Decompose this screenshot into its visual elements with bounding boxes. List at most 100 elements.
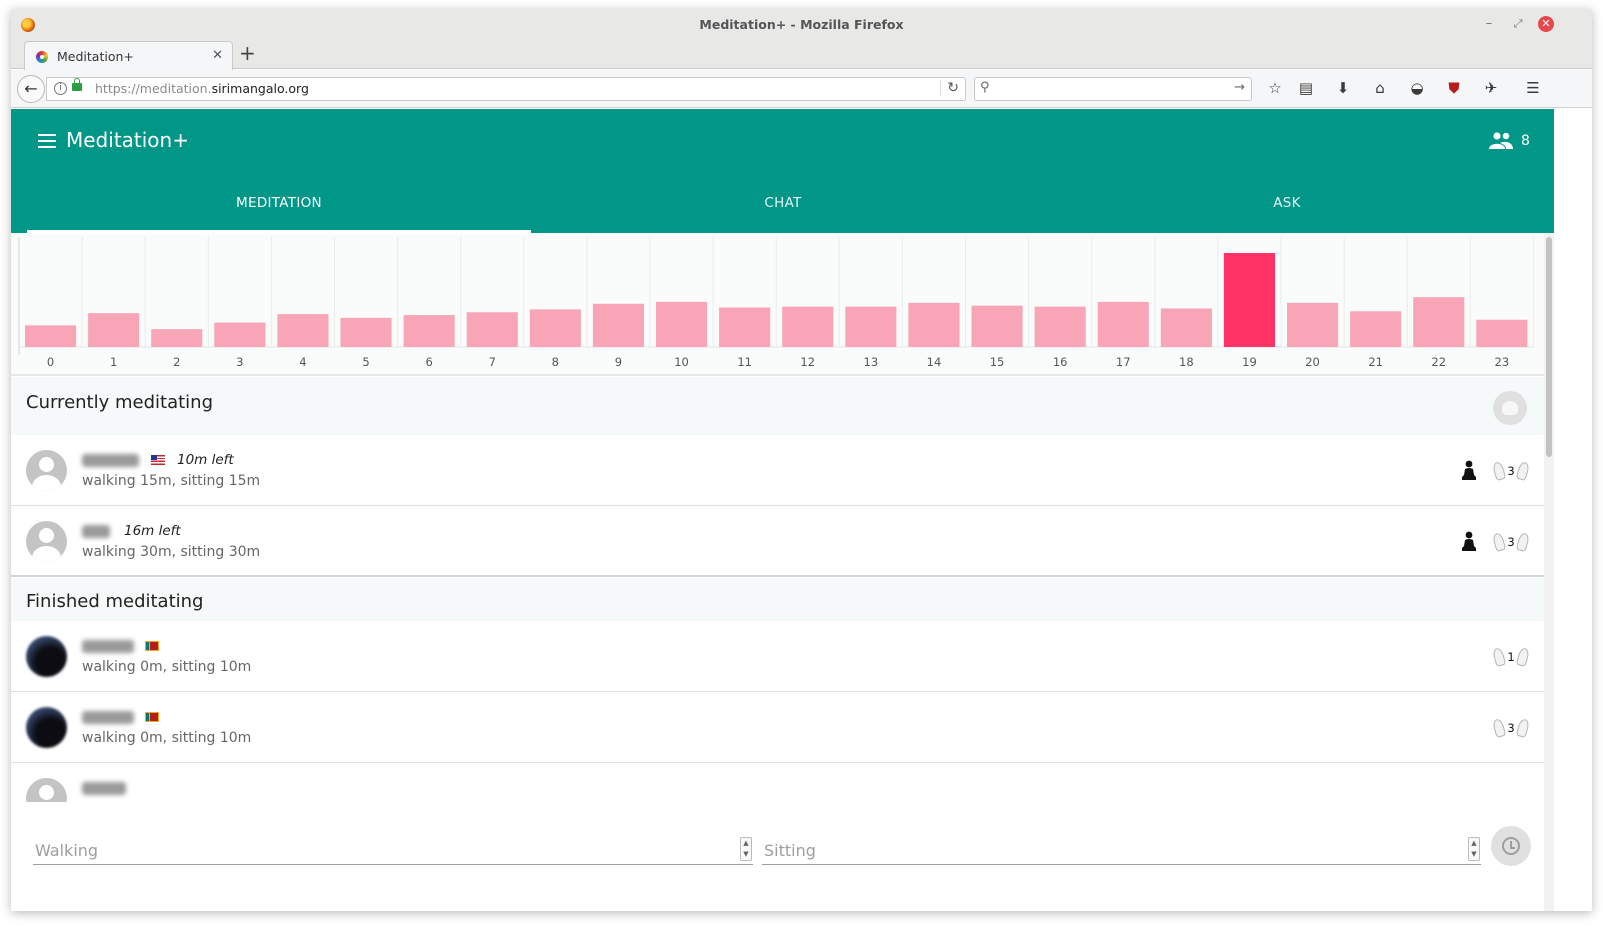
maximize-icon[interactable]: ⤢ xyxy=(1510,16,1526,32)
chart-tick-label: 11 xyxy=(737,355,752,369)
chart-bar-14[interactable] xyxy=(908,302,960,347)
chart-bar-22[interactable] xyxy=(1413,297,1465,347)
window-title: Meditation+ - Mozilla Firefox xyxy=(699,17,904,32)
chart-bar-6[interactable] xyxy=(403,315,455,347)
chart-bar-9[interactable] xyxy=(592,303,644,347)
chart-tick-label: 1 xyxy=(110,355,117,369)
chart-tick-label: 4 xyxy=(299,355,306,369)
ublock-icon[interactable]: ⛊ xyxy=(1444,79,1464,97)
online-count: 8 xyxy=(1521,133,1530,149)
url-text: https://meditation.sirimangalo.org xyxy=(95,81,309,96)
downloads-icon[interactable]: ⬇ xyxy=(1333,79,1353,97)
close-tab-icon[interactable]: ✕ xyxy=(212,48,223,63)
walking-placeholder: Walking xyxy=(35,841,99,860)
chart-tick-label: 3 xyxy=(236,355,243,369)
walking-stepper[interactable]: ▲ ▼ xyxy=(740,837,752,861)
close-window-icon[interactable]: ✕ xyxy=(1538,16,1554,32)
sitting-input[interactable]: Sitting ▲ ▼ xyxy=(762,837,1481,865)
search-box[interactable]: ⚲ → xyxy=(974,77,1252,101)
chart-tick-label: 0 xyxy=(47,355,54,369)
chart-bar-0[interactable] xyxy=(25,325,77,347)
username-redacted[interactable] xyxy=(82,640,134,653)
extension-icon[interactable]: ✈ xyxy=(1481,79,1501,97)
navigation-toolbar: ← i https://meditation.sirimangalo.org ↻… xyxy=(11,70,1592,108)
reload-icon[interactable]: ↻ xyxy=(940,80,959,96)
chart-bar-12[interactable] xyxy=(782,306,834,347)
avatar[interactable] xyxy=(26,450,67,491)
chart-bar-19[interactable] xyxy=(1223,253,1275,347)
title-bar: Meditation+ - Mozilla Firefox – ⤢ ✕ xyxy=(11,9,1592,39)
app-tabs: MEDITATION CHAT ASK xyxy=(27,181,1539,233)
chart-bar-16[interactable] xyxy=(1034,306,1086,347)
app-title: Meditation+ xyxy=(66,128,189,152)
anumodana-button[interactable]: 3 xyxy=(1491,717,1531,739)
chart-bar-20[interactable] xyxy=(1287,302,1339,347)
chart-bar-17[interactable] xyxy=(1097,301,1149,347)
chart-bar-18[interactable] xyxy=(1160,308,1212,347)
meditator-icon xyxy=(1462,460,1476,480)
reading-list-icon[interactable]: ▤ xyxy=(1296,79,1316,97)
chart-tick-label: 21 xyxy=(1368,355,1383,369)
lock-icon[interactable] xyxy=(72,78,82,91)
chart-tick-label: 7 xyxy=(489,355,496,369)
anumodana-button[interactable]: 1 xyxy=(1491,646,1531,668)
pocket-icon[interactable]: ◒ xyxy=(1407,79,1427,97)
anumodana-button[interactable]: 3 xyxy=(1491,531,1531,553)
session-detail: walking 0m, sitting 10m xyxy=(82,730,252,746)
scrollbar[interactable] xyxy=(1544,233,1554,911)
avatar[interactable] xyxy=(26,707,67,748)
chart-tick-label: 20 xyxy=(1305,355,1320,369)
sitting-stepper[interactable]: ▲ ▼ xyxy=(1468,837,1480,861)
username-redacted[interactable] xyxy=(82,711,134,724)
hand-icon xyxy=(1515,531,1531,553)
chart-bar-2[interactable] xyxy=(151,329,203,347)
chart-bar-4[interactable] xyxy=(277,314,329,347)
scrollbar-thumb[interactable] xyxy=(1546,237,1552,457)
finished-meditating-title: Finished meditating xyxy=(26,591,204,612)
minimize-icon[interactable]: – xyxy=(1481,16,1497,32)
sitting-placeholder: Sitting xyxy=(764,841,816,860)
username-redacted[interactable] xyxy=(82,782,126,795)
start-meditation-lotus-button[interactable] xyxy=(1493,391,1527,425)
chart-tick-label: 12 xyxy=(800,355,815,369)
new-tab-button[interactable]: + xyxy=(239,42,256,64)
browser-tab[interactable]: Meditation+ ✕ xyxy=(24,41,233,70)
chart-bar-11[interactable] xyxy=(719,307,771,347)
chart-bar-5[interactable] xyxy=(340,317,392,347)
start-timer-button[interactable] xyxy=(1491,826,1531,866)
home-icon[interactable]: ⌂ xyxy=(1370,79,1390,97)
address-bar[interactable]: i https://meditation.sirimangalo.org ↻ xyxy=(46,77,966,101)
chart-bar-3[interactable] xyxy=(214,322,266,347)
chart-tick-label: 13 xyxy=(864,355,879,369)
bookmark-star-icon[interactable]: ☆ xyxy=(1265,79,1285,97)
tab-meditation[interactable]: MEDITATION xyxy=(27,181,531,233)
hand-icon xyxy=(1515,460,1531,482)
back-button[interactable]: ← xyxy=(17,75,45,103)
avatar[interactable] xyxy=(26,521,67,562)
chart-bar-1[interactable] xyxy=(88,313,140,347)
chart-tick-label: 14 xyxy=(927,355,942,369)
chart-bar-7[interactable] xyxy=(466,312,518,347)
chart-bar-8[interactable] xyxy=(529,309,581,347)
chart-bar-13[interactable] xyxy=(845,306,897,347)
chart-bar-21[interactable] xyxy=(1350,311,1402,347)
chart-bar-10[interactable] xyxy=(656,301,708,347)
tab-ask[interactable]: ASK xyxy=(1035,181,1539,233)
chart-bar-15[interactable] xyxy=(971,305,1023,347)
search-go-icon[interactable]: → xyxy=(1234,80,1245,95)
session-detail: walking 15m, sitting 15m xyxy=(82,473,261,489)
username-redacted[interactable] xyxy=(82,454,139,467)
username-redacted[interactable] xyxy=(82,525,110,538)
anumodana-count: 3 xyxy=(1507,464,1515,478)
sri-lanka-flag-icon xyxy=(145,641,159,651)
anumodana-button[interactable]: 3 xyxy=(1491,460,1531,482)
chart-bar-23[interactable] xyxy=(1476,319,1528,347)
menu-icon[interactable] xyxy=(38,134,56,148)
tab-chat[interactable]: CHAT xyxy=(531,181,1035,233)
site-info-icon[interactable]: i xyxy=(54,82,67,95)
chart-tick-label: 16 xyxy=(1053,355,1068,369)
hamburger-menu-icon[interactable]: ☰ xyxy=(1523,79,1543,97)
hourly-chart-svg: 0 1 2 3 4 5 6 7 8 9 10 11 12 13 14 15 16 17 18 19 20 21 22 23 xyxy=(18,237,1534,369)
avatar[interactable] xyxy=(26,636,67,677)
walking-input[interactable]: Walking ▲ ▼ xyxy=(33,837,753,865)
